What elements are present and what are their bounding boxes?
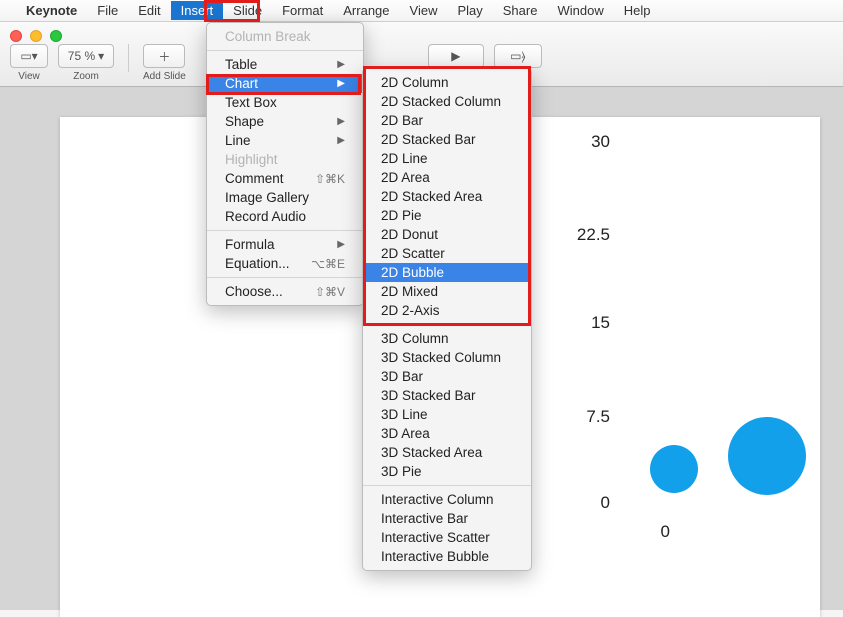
chart-2d-stacked-area[interactable]: 2D Stacked Area [363,187,531,206]
toolbar-zoom[interactable]: 75 %▾ Zoom [58,44,114,82]
toolbar-add-slide[interactable]: ＋ Add Slide [143,44,186,82]
plus-icon: ＋ [158,48,170,65]
x-tick-0: 0 [610,522,670,542]
menu-view[interactable]: View [400,1,448,20]
menu-window[interactable]: Window [547,1,613,20]
menu-text-box[interactable]: Text Box [207,93,363,112]
chevron-down-icon: ▾ [98,49,104,63]
shortcut-label: ⇧⌘V [315,285,345,299]
zoom-value: 75 % [68,49,95,63]
menu-edit[interactable]: Edit [128,1,170,20]
chart-2d-pie[interactable]: 2D Pie [363,206,531,225]
y-tick-22-5: 22.5 [550,225,610,245]
chart-interactive-bar[interactable]: Interactive Bar [363,509,531,528]
menu-highlight: Highlight [207,150,363,169]
menu-choose[interactable]: Choose...⇧⌘V [207,282,363,301]
chart-3d-pie[interactable]: 3D Pie [363,462,531,481]
menu-formula[interactable]: Formula▶ [207,235,363,254]
menu-separator [363,324,531,325]
y-tick-0: 0 [550,493,610,513]
chart-3d-stacked-bar[interactable]: 3D Stacked Bar [363,386,531,405]
menu-comment[interactable]: Comment⇧⌘K [207,169,363,188]
y-tick-15: 15 [550,313,610,333]
menu-separator [207,277,363,278]
broadcast-icon: ▭⦒ [510,49,525,64]
chart-interactive-column[interactable]: Interactive Column [363,490,531,509]
bubble-1 [650,445,698,493]
chevron-right-icon: ▶ [337,59,345,70]
play-icon: ▶ [451,49,460,63]
chart-3d-area[interactable]: 3D Area [363,424,531,443]
insert-menu-dropdown: Column Break Table▶ Chart▶ Text Box Shap… [206,22,364,306]
chart-2d-stacked-bar[interactable]: 2D Stacked Bar [363,130,531,149]
chart-3d-stacked-column[interactable]: 3D Stacked Column [363,348,531,367]
menu-chart[interactable]: Chart▶ [207,74,363,93]
bubble-chart-preview: 30 22.5 15 7.5 0 0 [550,137,810,537]
bubble-2 [728,417,806,495]
chart-2d-bar[interactable]: 2D Bar [363,111,531,130]
menu-column-break: Column Break [207,27,363,46]
chart-3d-bar[interactable]: 3D Bar [363,367,531,386]
menu-shape[interactable]: Shape▶ [207,112,363,131]
minimize-window-button[interactable] [30,30,42,42]
chart-3d-stacked-area[interactable]: 3D Stacked Area [363,443,531,462]
shortcut-label: ⌥⌘E [311,257,345,271]
chevron-right-icon: ▶ [337,116,345,127]
menu-separator [207,230,363,231]
close-window-button[interactable] [10,30,22,42]
menu-slide[interactable]: Slide [223,1,272,20]
chart-submenu-dropdown: 2D Column 2D Stacked Column 2D Bar 2D St… [362,68,532,571]
chart-interactive-bubble[interactable]: Interactive Bubble [363,547,531,566]
menu-app[interactable]: Keynote [16,1,87,20]
toolbar-separator [128,44,129,72]
chart-2d-mixed[interactable]: 2D Mixed [363,282,531,301]
chevron-right-icon: ▶ [337,78,345,89]
toolbar-view-label: View [18,71,40,82]
chart-2d-stacked-column[interactable]: 2D Stacked Column [363,92,531,111]
zoom-window-button[interactable] [50,30,62,42]
menu-line[interactable]: Line▶ [207,131,363,150]
menu-equation[interactable]: Equation...⌥⌘E [207,254,363,273]
chart-2d-column[interactable]: 2D Column [363,73,531,92]
menu-table[interactable]: Table▶ [207,55,363,74]
menu-play[interactable]: Play [447,1,492,20]
chevron-right-icon: ▶ [337,239,345,250]
menu-image-gallery[interactable]: Image Gallery [207,188,363,207]
menu-help[interactable]: Help [614,1,661,20]
chart-2d-bubble[interactable]: 2D Bubble [363,263,531,282]
chart-2d-2axis[interactable]: 2D 2-Axis [363,301,531,320]
chart-interactive-scatter[interactable]: Interactive Scatter [363,528,531,547]
menu-share[interactable]: Share [493,1,548,20]
menu-insert[interactable]: Insert [171,1,224,20]
menu-format[interactable]: Format [272,1,333,20]
toolbar-add-slide-label: Add Slide [143,71,186,82]
menu-arrange[interactable]: Arrange [333,1,399,20]
view-icon: ▭▾ [20,49,37,63]
chart-2d-scatter[interactable]: 2D Scatter [363,244,531,263]
chart-2d-donut[interactable]: 2D Donut [363,225,531,244]
chart-3d-line[interactable]: 3D Line [363,405,531,424]
chart-3d-column[interactable]: 3D Column [363,329,531,348]
y-tick-7-5: 7.5 [550,407,610,427]
y-tick-30: 30 [550,132,610,152]
chart-2d-line[interactable]: 2D Line [363,149,531,168]
chart-2d-area[interactable]: 2D Area [363,168,531,187]
menu-file[interactable]: File [87,1,128,20]
shortcut-label: ⇧⌘K [315,172,345,186]
menubar: Keynote File Edit Insert Slide Format Ar… [0,0,843,22]
toolbar-zoom-label: Zoom [73,71,99,82]
menu-separator [207,50,363,51]
menu-separator [363,485,531,486]
toolbar-view[interactable]: ▭▾ View [10,44,48,82]
menu-record-audio[interactable]: Record Audio [207,207,363,226]
window-controls [10,30,62,42]
chevron-right-icon: ▶ [337,135,345,146]
